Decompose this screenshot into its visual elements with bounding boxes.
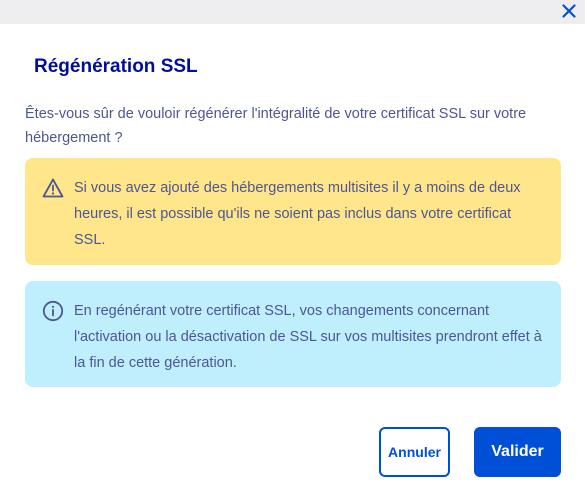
- close-icon: [562, 4, 576, 18]
- info-circle-icon: [42, 300, 64, 322]
- info-text: En regénérant votre certificat SSL, vos …: [74, 303, 542, 371]
- info-alert: En regénérant votre certificat SSL, vos …: [25, 281, 561, 387]
- confirmation-question: Êtes-vous sûr de vouloir régénérer l'int…: [25, 106, 527, 146]
- confirm-button[interactable]: Valider: [474, 427, 561, 477]
- cancel-button[interactable]: Annuler: [379, 427, 450, 477]
- dialog-top-bar: [0, 0, 585, 24]
- dialog-title: Régénération SSL: [34, 56, 198, 77]
- warning-alert: Si vous avez ajouté des hébergements mul…: [25, 158, 561, 265]
- warning-triangle-icon: [42, 178, 64, 198]
- warning-text: Si vous avez ajouté des hébergements mul…: [74, 180, 521, 248]
- close-button[interactable]: [557, 0, 581, 22]
